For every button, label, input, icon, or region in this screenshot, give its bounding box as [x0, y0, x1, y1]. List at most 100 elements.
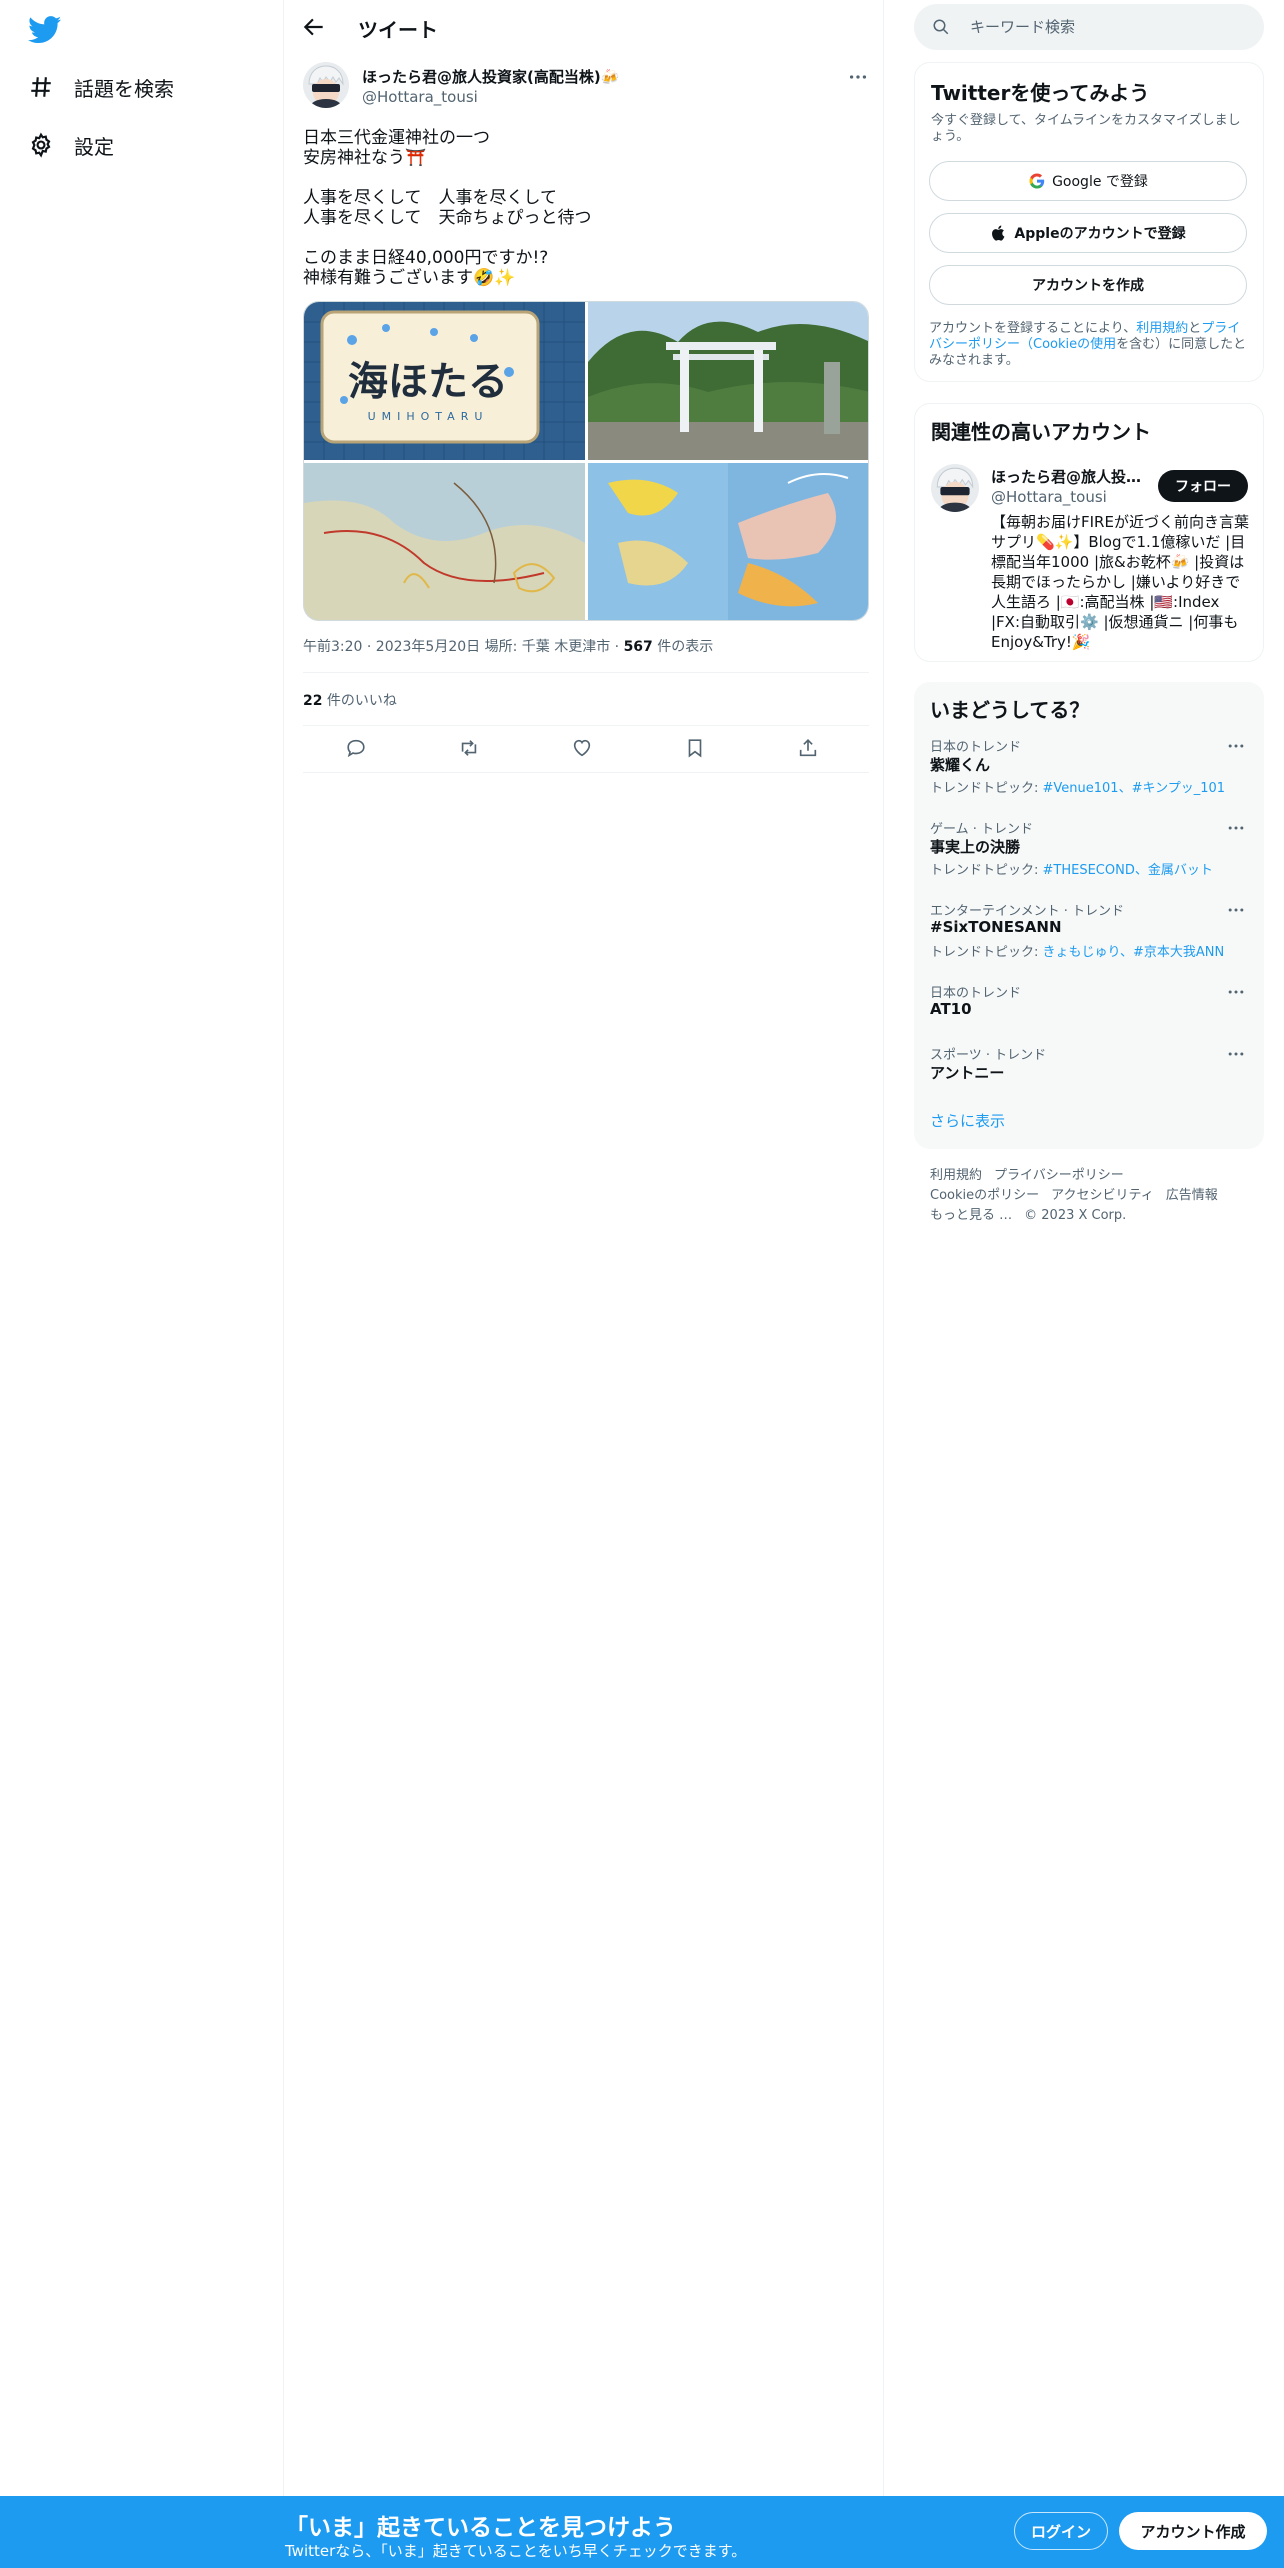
trend-topics: トレンドトピック: きょもじゅり、#京本大我ANN [930, 941, 1224, 960]
like-icon [573, 739, 591, 757]
trend-topic-links[interactable]: #Venue101、#キンプッ_101 [1043, 781, 1226, 796]
more-options-icon[interactable] [1226, 982, 1246, 1002]
left-sidebar: 話題を検索 設定 [0, 0, 284, 2496]
tweet-text-line [303, 228, 863, 248]
arrow-left-icon[interactable] [301, 14, 327, 40]
create-account-label: アカウントを作成 [1032, 278, 1144, 294]
tweet-media-grid: 海ほたる UMIHOTARU [303, 301, 869, 621]
more-options-icon[interactable] [1226, 900, 1246, 920]
share-icon [799, 739, 817, 757]
author-name[interactable]: ほったら君@旅人投資家(高配当株)🍻 [362, 66, 619, 87]
terms-text: アカウントを登録することにより、 [929, 321, 1137, 336]
search-bar[interactable] [914, 4, 1264, 50]
bottom-signup-bar: 「いま」起きていることを見つけよう Twitterなら、「いま」起きていることを… [0, 2496, 1284, 2568]
tweet-text-line: 日本三代金運神社の一つ [303, 128, 490, 148]
footer-link-cookies[interactable]: Cookieのポリシー [930, 1188, 1039, 1203]
google-icon [1029, 173, 1045, 189]
signup-button[interactable]: アカウント作成 [1119, 2512, 1267, 2550]
trend-item[interactable]: スポーツ · トレンド アントニー [914, 1044, 1264, 1088]
signup-card: Twitterを使ってみよう 今すぐ登録して、タイムラインをカスタマイズしましょ… [914, 62, 1264, 382]
follow-button[interactable]: フォロー [1158, 470, 1248, 502]
footer-link-more[interactable]: もっと見る … [930, 1208, 1012, 1223]
sign-text: 海ほたる [348, 359, 508, 405]
hashtag-icon [31, 77, 51, 97]
sidebar-item-explore[interactable]: 話題を検索 [28, 72, 174, 102]
apple-signup-button[interactable]: Appleのアカウントで登録 [929, 213, 1247, 253]
tweet-text-line: 安房神社なう⛩️ [303, 148, 427, 168]
more-options-icon[interactable] [1226, 736, 1246, 756]
share-button[interactable] [795, 735, 821, 761]
related-account-bio: 【毎朝お届けFIREが近づく前向き言葉サプリ💊✨】Blogで1.1億稼いだ |目… [991, 513, 1249, 651]
search-input[interactable] [970, 16, 1240, 38]
login-button[interactable]: ログイン [1014, 2512, 1108, 2550]
likes-summary[interactable]: 22 件のいいね [303, 690, 397, 710]
trend-item[interactable]: エンターテインメント · トレンド #SixTONESANN トレンドトピック:… [914, 900, 1264, 964]
trend-item[interactable]: 日本のトレンド 紫耀くん トレンドトピック: #Venue101、#キンプッ_1… [914, 736, 1264, 800]
twitter-bird-icon[interactable] [28, 16, 62, 44]
page-title: ツイート [358, 18, 438, 42]
tweet-text-line: 人事を尽くして 人事を尽くして [303, 188, 557, 208]
sidebar-item-label: 話題を検索 [74, 76, 174, 101]
google-signup-label: Google で登録 [1052, 174, 1148, 190]
divider [303, 772, 869, 773]
reply-icon [347, 739, 365, 758]
trends-card: いまどうしてる？ 日本のトレンド 紫耀くん トレンドトピック: #Venue10… [914, 682, 1264, 1149]
bookmark-icon [688, 739, 702, 758]
tweet-image-map-colored[interactable] [588, 463, 868, 620]
trend-context: 日本のトレンド [930, 986, 1022, 1001]
author-handle[interactable]: @Hottara_tousi [362, 88, 478, 106]
more-options-icon[interactable] [1226, 1044, 1246, 1064]
trend-topics-label: トレンドトピック: [930, 781, 1043, 796]
like-button[interactable] [569, 735, 595, 761]
retweet-icon [461, 740, 477, 756]
tweet-text-line: このまま日経40,000円ですか!? [303, 248, 549, 268]
trend-name: AT10 [930, 1000, 972, 1018]
footer-link-accessibility[interactable]: アクセシビリティ [1051, 1188, 1154, 1203]
more-options-icon[interactable] [1226, 818, 1246, 838]
apple-signup-label: Appleのアカウントで登録 [1014, 226, 1186, 242]
trend-context: 日本のトレンド [930, 740, 1022, 755]
trend-topic-links[interactable]: きょもじゅり、#京本大我ANN [1043, 945, 1225, 960]
sidebar-item-settings[interactable]: 設定 [28, 130, 114, 160]
tweet-timestamp[interactable]: 午前3:20 · 2023年5月20日 場所: 千葉 木更津市 · [303, 639, 624, 655]
reply-button[interactable] [343, 735, 369, 761]
tweet-image-torii[interactable] [588, 302, 868, 460]
sign-subtext: UMIHOTARU [368, 410, 489, 423]
footer-link-ads[interactable]: 広告情報 [1166, 1188, 1218, 1203]
avatar[interactable] [303, 62, 349, 108]
tweet-image-map[interactable] [304, 463, 585, 620]
trend-topic-links[interactable]: #THESECOND、金属バット [1043, 863, 1213, 878]
trend-name: アントニー [930, 1064, 1005, 1082]
more-options-icon[interactable] [847, 66, 869, 88]
create-account-button[interactable]: アカウントを作成 [929, 265, 1247, 305]
trend-topics-label: トレンドトピック: [930, 945, 1043, 960]
divider [303, 672, 869, 673]
terms-link[interactable]: 利用規約 [1136, 321, 1188, 336]
footer-link-terms[interactable]: 利用規約 [930, 1168, 982, 1183]
tweet-text: 日本三代金運神社の一つ 安房神社なう⛩️ 人事を尽くして 人事を尽くして 人事を… [303, 128, 863, 288]
tweet-image-umihotaru[interactable]: 海ほたる UMIHOTARU [304, 302, 585, 460]
footer-link-privacy[interactable]: プライバシーポリシー [994, 1168, 1124, 1183]
related-account-handle[interactable]: @Hottara_tousi [991, 488, 1107, 506]
signup-subtitle: 今すぐ登録して、タイムラインをカスタマイズしましょう。 [931, 113, 1241, 144]
trend-context: ゲーム · トレンド [930, 822, 1034, 837]
related-account-name[interactable]: ほったら君@旅人投資家(高配当株)🍻 [991, 466, 1151, 487]
search-icon [933, 19, 949, 35]
divider [303, 725, 869, 726]
trend-topics: トレンドトピック: #THESECOND、金属バット [930, 859, 1213, 878]
tweet-meta: 午前3:20 · 2023年5月20日 場所: 千葉 木更津市 · 567 件の… [303, 636, 713, 656]
show-more-link[interactable]: さらに表示 [930, 1110, 1005, 1131]
gear-icon [31, 132, 51, 158]
trend-item[interactable]: 日本のトレンド AT10 [914, 982, 1264, 1026]
trend-context: エンターテインメント · トレンド [930, 904, 1125, 919]
trend-item[interactable]: ゲーム · トレンド 事実上の決勝 トレンドトピック: #THESECOND、金… [914, 818, 1264, 882]
tweet-text-line: 神様有難うございます🤣✨ [303, 268, 516, 288]
bookmark-button[interactable] [682, 735, 708, 761]
trend-name: #SixTONESANN [930, 918, 1062, 936]
retweet-button[interactable] [456, 735, 482, 761]
avatar[interactable] [931, 464, 979, 512]
tweet-actions [303, 735, 869, 765]
trend-name: 事実上の決勝 [930, 838, 1021, 856]
related-title: 関連性の高いアカウント [931, 420, 1151, 444]
google-signup-button[interactable]: Google で登録 [929, 161, 1247, 201]
